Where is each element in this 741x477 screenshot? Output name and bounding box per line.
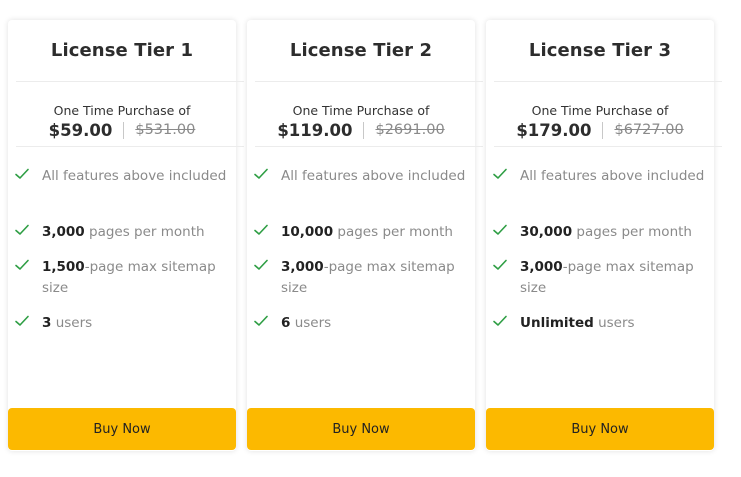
pricing-card-tier-2: License Tier 2 One Time Purchase of $119… — [247, 20, 483, 451]
feature-text: 3 users — [42, 313, 227, 334]
feature-description: pages per month — [333, 224, 453, 240]
divider — [494, 146, 722, 147]
original-price: $6727.00 — [614, 122, 684, 138]
check-icon — [15, 224, 29, 235]
feature-description: users — [593, 315, 635, 331]
feature-text: 30,000 pages per month — [520, 222, 705, 243]
feature-highlight: 3,000 — [520, 259, 563, 275]
feature-description: All features above included — [281, 168, 466, 184]
divider — [16, 146, 244, 147]
buy-now-button[interactable]: Buy Now — [8, 408, 236, 450]
feature-text: All features above included — [281, 166, 466, 187]
purchase-label: One Time Purchase of — [53, 103, 191, 118]
price-separator — [123, 121, 125, 139]
check-icon — [254, 224, 268, 235]
tier-title: License Tier 3 — [528, 40, 672, 61]
feature-highlight: 3 — [42, 315, 52, 331]
feature-text: All features above included — [520, 166, 705, 187]
price-row: $179.00 $6727.00 — [486, 120, 714, 140]
check-icon — [15, 168, 29, 179]
feature-highlight: 30,000 — [520, 224, 573, 240]
feature-description: pages per month — [572, 224, 692, 240]
feature-description: All features above included — [520, 168, 705, 184]
divider — [16, 81, 244, 82]
feature-description: users — [51, 315, 93, 331]
check-icon — [254, 168, 268, 179]
check-icon — [254, 259, 268, 270]
feature-text: 3,000 pages per month — [42, 222, 227, 243]
check-icon — [15, 315, 29, 326]
price-separator — [602, 121, 604, 139]
original-price: $2691.00 — [375, 122, 445, 138]
feature-text: 10,000 pages per month — [281, 222, 466, 243]
current-price: $119.00 — [277, 120, 353, 140]
feature-text: 3,000-page max sitemap size — [281, 257, 466, 299]
feature-text: 6 users — [281, 313, 466, 334]
divider — [255, 81, 483, 82]
feature-highlight: 10,000 — [281, 224, 334, 240]
buy-now-button[interactable]: Buy Now — [247, 408, 475, 450]
tier-title: License Tier 2 — [289, 40, 433, 61]
divider — [494, 81, 722, 82]
feature-text: All features above included — [42, 166, 227, 187]
buy-now-button[interactable]: Buy Now — [486, 408, 714, 450]
feature-text: Unlimited users — [520, 313, 705, 334]
check-icon — [15, 259, 29, 270]
divider — [255, 146, 483, 147]
check-icon — [493, 259, 507, 270]
feature-highlight: 3,000 — [42, 224, 85, 240]
current-price: $59.00 — [48, 120, 113, 140]
check-icon — [254, 315, 268, 326]
check-icon — [493, 224, 507, 235]
tier-title: License Tier 1 — [50, 40, 194, 61]
price-row: $59.00 $531.00 — [8, 120, 236, 140]
check-icon — [493, 315, 507, 326]
feature-description: All features above included — [42, 168, 227, 184]
purchase-label: One Time Purchase of — [531, 103, 669, 118]
current-price: $179.00 — [516, 120, 592, 140]
feature-description: pages per month — [84, 224, 205, 240]
feature-highlight: Unlimited — [520, 315, 594, 331]
feature-text: 3,000-page max sitemap size — [520, 257, 705, 299]
price-separator — [363, 121, 365, 139]
feature-highlight: 1,500 — [42, 259, 85, 275]
feature-description: users — [290, 315, 332, 331]
purchase-label: One Time Purchase of — [292, 103, 430, 118]
pricing-card-tier-3: License Tier 3 One Time Purchase of $179… — [486, 20, 722, 451]
pricing-section: License Tier 1 One Time Purchase of $59.… — [0, 0, 741, 477]
price-row: $119.00 $2691.00 — [247, 120, 475, 140]
original-price: $531.00 — [135, 122, 196, 138]
feature-text: 1,500-page max sitemap size — [42, 257, 227, 299]
feature-highlight: 3,000 — [281, 259, 324, 275]
check-icon — [493, 168, 507, 179]
feature-highlight: 6 — [281, 315, 291, 331]
pricing-card-tier-1: License Tier 1 One Time Purchase of $59.… — [8, 20, 244, 451]
